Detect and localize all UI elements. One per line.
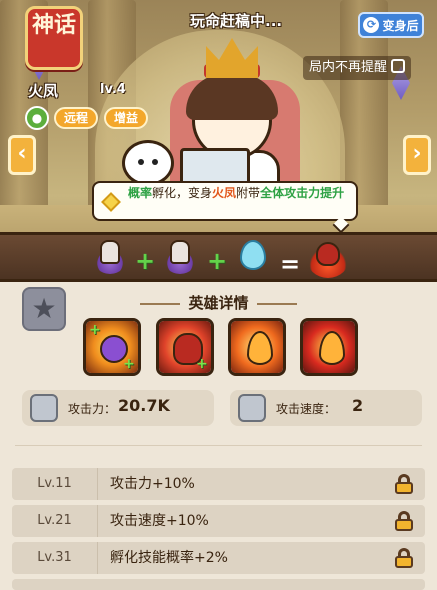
checkbox-icon — [391, 59, 406, 73]
unlock-description: 攻击力+10% — [110, 476, 195, 492]
skill-paw[interactable]: + + — [83, 318, 141, 376]
unlock-description: 攻击速度+10% — [110, 513, 209, 529]
hero-details-title: 英雄详情 — [188, 294, 249, 312]
swap-icon: ⟳ — [363, 17, 380, 33]
transform-button[interactable]: ⟳ 变身后 — [358, 12, 424, 38]
plus-icon: + — [207, 247, 228, 275]
skill-bat[interactable]: + — [156, 318, 214, 376]
speed-axe-icon — [238, 394, 266, 422]
level-unlock-row: Lv.31 孵化技能概率+2% — [12, 542, 425, 574]
tag-ranged: 远程 — [54, 107, 99, 129]
prev-hero-button[interactable]: ‹ — [8, 135, 36, 175]
hero-level: lv.4 — [100, 82, 126, 97]
water-drop-icon[interactable] — [240, 240, 266, 270]
unlock-description: 孵化技能概率+2% — [110, 550, 228, 566]
tooltip-text: 孵化，变身 — [152, 186, 213, 200]
level-unlock-row: Lv.11 攻击力+10% — [12, 468, 425, 500]
unlock-level: Lv.11 — [12, 468, 98, 500]
no-remind-label: 局内不再提醒 — [309, 60, 388, 75]
stat-attack-label: 攻击力： — [68, 402, 117, 416]
skill-flame[interactable] — [228, 318, 286, 376]
level-unlock-row — [12, 579, 425, 590]
lock-icon — [395, 511, 413, 531]
no-remind-toggle[interactable]: 局内不再提醒 — [303, 56, 412, 80]
section-header: 英雄详情 — [0, 292, 437, 313]
wing-material-icon[interactable] — [162, 238, 198, 274]
unlock-level: Lv.31 — [12, 542, 98, 574]
tag-buff: 增益 — [104, 107, 149, 129]
plus-icon: + — [89, 322, 101, 338]
divider-line — [256, 302, 297, 305]
stat-speed-value: 2 — [352, 396, 364, 415]
tooltip-effect: 全体攻击力提升 — [260, 186, 345, 200]
wing-material-icon[interactable] — [92, 238, 128, 274]
stat-attack: 攻击力： 20.7K — [22, 390, 214, 426]
divider-line — [140, 302, 181, 305]
unlock-level: Lv.21 — [12, 505, 98, 537]
hero-name: 火凤 — [28, 82, 59, 100]
stat-attack-speed: 攻击速度： 2 — [230, 390, 422, 426]
mythic-rank-badge: 神话 — [25, 6, 83, 70]
axe-icon — [30, 394, 58, 422]
stat-speed-label: 攻击速度： — [276, 402, 337, 416]
plus-icon: + — [196, 356, 208, 372]
equals-sign: = — [280, 250, 301, 278]
transform-label: 变身后 — [382, 18, 419, 33]
mythic-rank-label: 神话 — [31, 13, 76, 38]
plus-icon: + — [123, 356, 135, 372]
tooltip-chance: 概率 — [128, 186, 153, 200]
divider-line — [15, 445, 422, 446]
hero-status-title: 玩命赶稿中... — [190, 12, 283, 30]
level-unlock-row: Lv.21 攻击速度+10% — [12, 505, 425, 537]
lock-icon — [395, 474, 413, 494]
skill-tooltip: 概率孵化，变身火凤附带全体攻击力提升 — [92, 181, 358, 221]
stat-attack-value: 20.7K — [118, 396, 170, 415]
paw-icon: ● — [25, 106, 49, 130]
skill-fire-swirl[interactable] — [300, 318, 358, 376]
plus-icon: + — [135, 247, 156, 275]
dog-pet — [122, 140, 174, 186]
next-hero-button[interactable]: › — [403, 135, 431, 175]
tooltip-text-2: 附带 — [236, 186, 261, 200]
lock-icon — [395, 548, 413, 568]
fire-bat-result-icon[interactable] — [306, 236, 350, 278]
diamond-icon — [101, 192, 121, 212]
tooltip-hero-name: 火凤 — [212, 186, 237, 200]
